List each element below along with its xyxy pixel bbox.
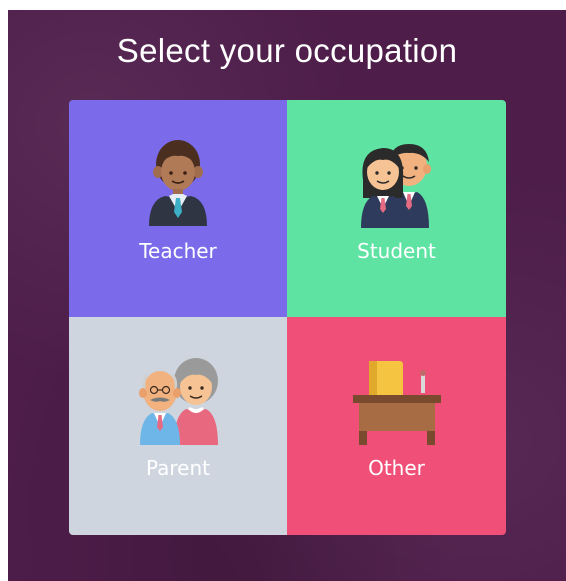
occupation-grid: Teacher Student Parent Other [69, 100, 506, 535]
occupation-panel: Select your occupation Teacher Student P… [8, 10, 566, 581]
students-icon [349, 136, 445, 233]
teacher-icon [143, 136, 213, 231]
occupation-option-student[interactable]: Student [287, 100, 506, 317]
desk-icon [349, 353, 445, 450]
page-title: Select your occupation [116, 32, 458, 69]
student-label: Student [357, 239, 436, 263]
occupation-option-parent[interactable]: Parent [69, 317, 287, 535]
parents-icon [128, 353, 228, 450]
other-label: Other [368, 456, 425, 480]
occupation-option-other[interactable]: Other [287, 317, 506, 535]
teacher-label: Teacher [139, 239, 217, 263]
occupation-option-teacher[interactable]: Teacher [69, 100, 287, 317]
parent-label: Parent [145, 456, 211, 480]
